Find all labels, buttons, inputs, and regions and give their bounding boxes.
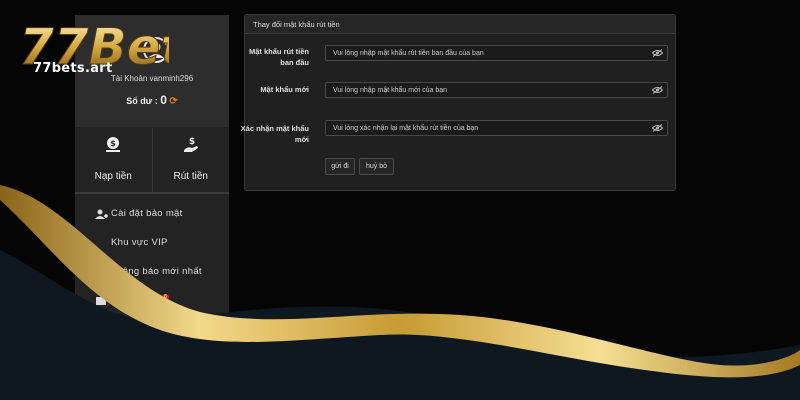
- wallet-actions: $ Nạp tiền $ Rút tiền: [75, 128, 229, 192]
- vip-icon: [95, 238, 108, 248]
- site-name: 77bets.art: [33, 61, 113, 76]
- submit-button[interactable]: gửi đi: [325, 158, 355, 175]
- change-password-panel: Thay đổi mật khẩu rút tiền Mật khẩu rút …: [241, 14, 676, 191]
- deposit-button[interactable]: $ Nạp tiền: [75, 128, 153, 192]
- sidebar-menu: Cài đặt bảo mật Khu vực VIP Thông báo mớ…: [95, 199, 202, 315]
- sidebar-item-label: Khu vực VIP: [111, 237, 168, 248]
- divider: [75, 192, 229, 194]
- balance-value: 0: [160, 93, 167, 107]
- eye-off-icon[interactable]: [652, 86, 663, 94]
- field-label: Xác nhận mật khẩu mới: [240, 124, 309, 144]
- megaphone-icon: [96, 266, 106, 277]
- svg-text:$: $: [189, 137, 195, 147]
- balance: Số dư : 0 ⟳: [75, 93, 229, 107]
- mail-icon: [96, 296, 106, 305]
- new-password-input[interactable]: Vui lòng nhập mật khẩu mới của bạn: [325, 82, 668, 98]
- eye-off-icon[interactable]: [652, 124, 663, 132]
- confirm-password-input[interactable]: Vui lòng xác nhận lại mật khẩu rút tiền …: [325, 120, 668, 136]
- cancel-button[interactable]: huỷ bỏ: [359, 158, 394, 175]
- balance-label: Số dư :: [126, 96, 158, 106]
- deposit-label: Nạp tiền: [94, 171, 132, 182]
- field-label: Mật khẩu rút tiền ban đầu: [248, 47, 309, 67]
- sidebar-item-notifications[interactable]: Thông báo mới nhất: [95, 257, 202, 286]
- current-password-input[interactable]: Vui lòng nhập mật khẩu rút tiền ban đầu …: [325, 45, 668, 61]
- svg-text:$: $: [110, 139, 116, 148]
- sidebar-item-vip[interactable]: Khu vực VIP: [95, 228, 202, 257]
- field-label: Mật khẩu mới: [260, 85, 309, 94]
- sidebar-item-security[interactable]: Cài đặt bảo mật: [95, 199, 202, 228]
- withdraw-button[interactable]: $ Rút tiền: [152, 128, 229, 192]
- unread-badge: 8: [161, 294, 169, 301]
- field-placeholder: Vui lòng nhập mật khẩu rút tiền ban đầu …: [333, 50, 484, 57]
- withdraw-icon: $: [183, 137, 198, 152]
- withdraw-label: Rút tiền: [173, 171, 208, 182]
- sidebar-item-mail[interactable]: Thư nội bộ 8: [95, 286, 202, 315]
- sidebar-item-label: Cài đặt bảo mật: [111, 208, 183, 219]
- deposit-icon: $: [106, 137, 121, 152]
- sidebar-item-label: Thông báo mới nhất: [111, 266, 202, 277]
- refresh-icon[interactable]: ⟳: [169, 96, 177, 107]
- eye-off-icon[interactable]: [652, 49, 663, 57]
- panel-title: Thay đổi mật khẩu rút tiền: [245, 15, 675, 34]
- field-placeholder: Vui lòng nhập mật khẩu mới của bạn: [333, 87, 448, 94]
- user-settings-icon: [95, 209, 108, 219]
- field-placeholder: Vui lòng xác nhận lại mật khẩu rút tiền …: [333, 125, 479, 132]
- sidebar-item-label: Thư nội bộ: [111, 295, 160, 306]
